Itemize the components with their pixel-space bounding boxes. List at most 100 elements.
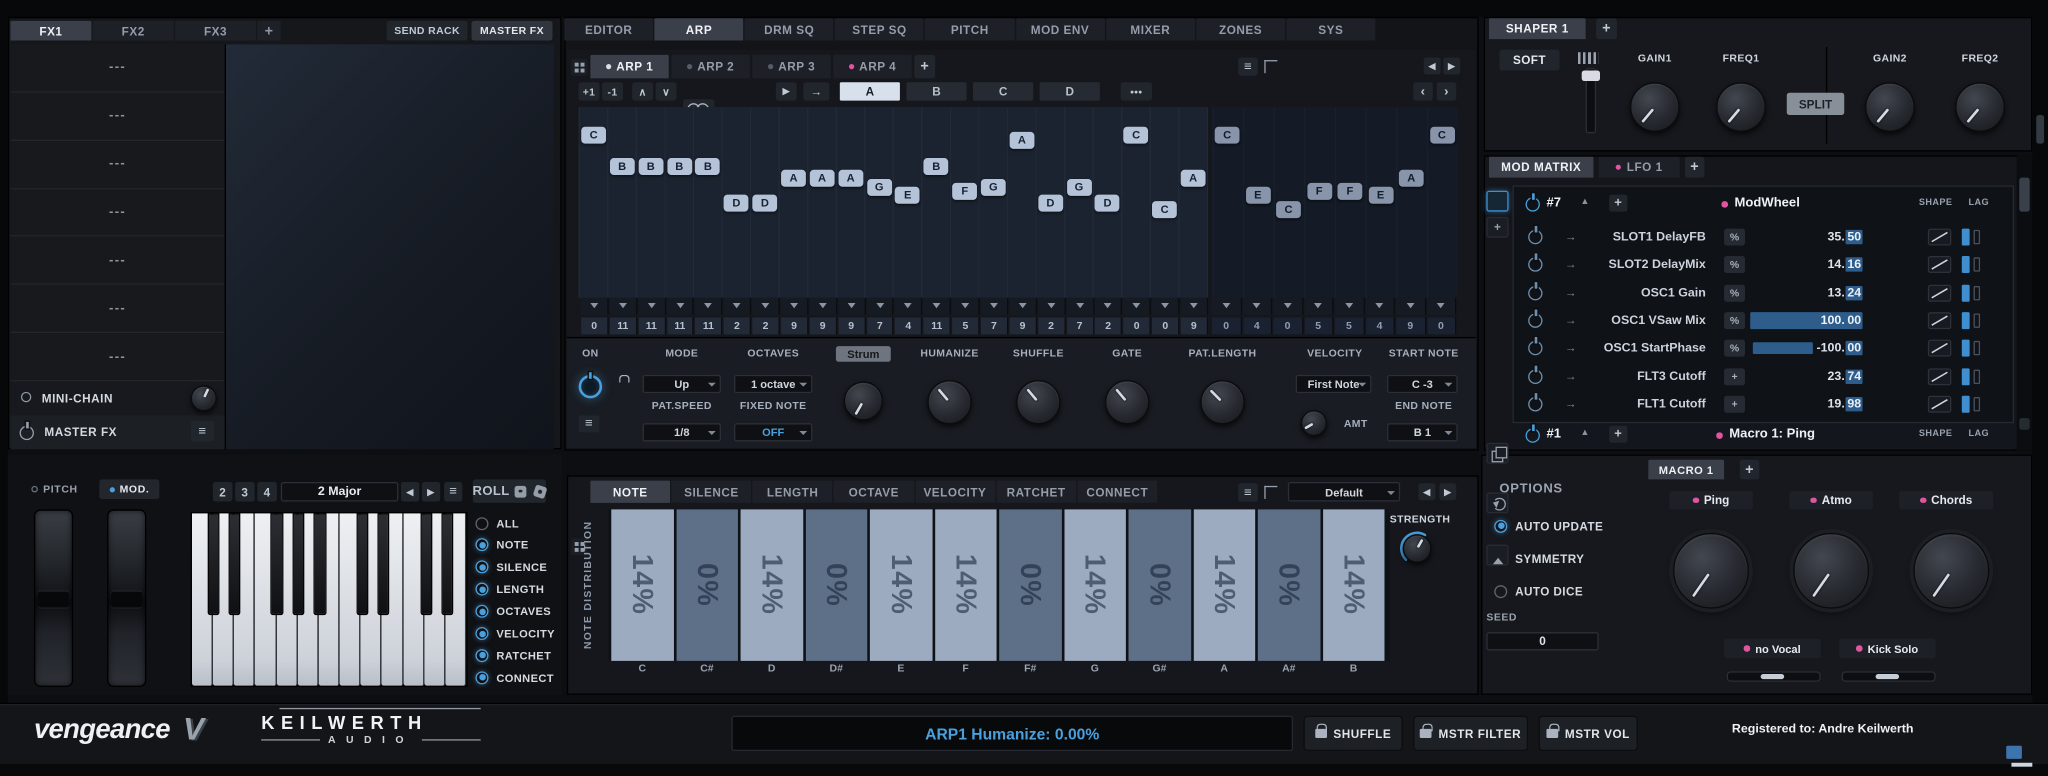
mod-target[interactable]: SLOT2 DelayMix [1580, 258, 1705, 272]
arp-step-note[interactable]: B [924, 158, 949, 175]
arp-step-note[interactable]: E [1245, 187, 1270, 204]
mod-lag-button[interactable] [1962, 229, 1982, 246]
mod-curve-button[interactable] [1928, 256, 1952, 273]
mod-curve-button[interactable] [1928, 229, 1952, 246]
roll-button[interactable]: ROLL [473, 479, 546, 503]
master-fx-menu-icon[interactable]: ≡ [191, 421, 215, 442]
mod-amount[interactable]: 14.16 [1750, 256, 1862, 273]
step-octave-dropdown[interactable] [895, 298, 922, 315]
mod-unit-toggle[interactable]: % [1724, 284, 1745, 301]
power-icon[interactable] [1528, 397, 1542, 411]
mod-curve-button[interactable] [1928, 312, 1952, 329]
retrigger-arrow-icon[interactable]: → [803, 82, 829, 100]
shift-down-icon[interactable]: ∨ [656, 82, 677, 100]
macro-tab[interactable]: MACRO 1 [1648, 460, 1724, 480]
fx-tab-fx1[interactable]: FX1 [10, 21, 91, 41]
mod-lag-button[interactable] [1962, 312, 1982, 329]
arp-step-note[interactable]: D [753, 195, 778, 212]
step-value[interactable]: 0 [1427, 317, 1456, 334]
step-value[interactable]: 11 [610, 317, 637, 334]
mod-amount[interactable]: 13.24 [1750, 284, 1862, 301]
distribution-bar-d[interactable]: 14% [741, 509, 803, 661]
arp-step-note[interactable]: F [952, 183, 977, 200]
octave-button-2[interactable]: 2 [213, 482, 233, 502]
step-octave-dropdown[interactable] [1396, 298, 1425, 315]
macro-knob-ping[interactable] [1673, 533, 1749, 609]
mod-amount[interactable]: 35.50 [1750, 229, 1862, 246]
main-tab-editor[interactable]: EDITOR [564, 18, 653, 40]
lock-button-mstr-vol[interactable]: MSTR VOL [1539, 716, 1638, 751]
split-button[interactable]: SPLIT [1787, 93, 1844, 115]
fx-add-tab-button[interactable]: + [257, 21, 281, 41]
step-octave-dropdown[interactable] [781, 298, 808, 315]
scale-prev-icon[interactable]: ◀ [401, 482, 419, 502]
step-value[interactable]: 9 [810, 317, 837, 334]
mod-unit-toggle[interactable]: % [1724, 229, 1745, 246]
fx-slot-3[interactable]: --- [10, 141, 224, 189]
preset-dropdown[interactable]: Default [1288, 482, 1400, 502]
step-value[interactable]: 9 [1181, 317, 1208, 334]
master-fx-button[interactable]: MASTER FX [472, 21, 553, 41]
distribution-bar-f[interactable]: 14% [935, 509, 997, 661]
arp-tab-arp-2[interactable]: ARP 2 [671, 55, 749, 79]
arp-step-note[interactable]: B [667, 158, 692, 175]
mod-unit-toggle[interactable]: % [1724, 312, 1745, 329]
step-value[interactable]: 7 [1067, 317, 1094, 334]
mode-dropdown[interactable]: Up [643, 375, 721, 393]
shaper-mix-slider-handle[interactable] [1582, 71, 1600, 81]
step-value[interactable]: 11 [695, 317, 722, 334]
copy-icon[interactable] [1486, 443, 1508, 464]
preset-next-icon[interactable]: ▶ [1439, 483, 1456, 500]
macro-knob-chords[interactable] [1913, 533, 1989, 609]
option-auto-dice[interactable]: AUTO DICE [1494, 583, 1583, 600]
matrix-scrollbar-nub[interactable] [2019, 418, 2029, 430]
arp-workspace-icon[interactable] [1264, 60, 1277, 73]
shaper-tab[interactable]: SHAPER 1 [1489, 18, 1586, 39]
arp-tab-arp-3[interactable]: ARP 3 [752, 55, 830, 79]
mod-matrix-tab[interactable]: MOD MATRIX [1489, 157, 1593, 178]
arp-step-note[interactable]: E [895, 187, 920, 204]
step-octave-dropdown[interactable] [1124, 298, 1151, 315]
step-octave-dropdown[interactable] [1038, 298, 1065, 315]
piano-black-key[interactable] [441, 513, 453, 615]
note-tab-velocity[interactable]: VELOCITY [915, 481, 995, 503]
step-value[interactable]: 5 [1335, 317, 1364, 334]
piano-black-key[interactable] [271, 513, 283, 615]
strum-knob[interactable] [844, 381, 883, 420]
pattern-section-d[interactable]: D [1040, 82, 1100, 100]
step-value[interactable]: 11 [667, 317, 694, 334]
step-value[interactable]: 4 [895, 317, 922, 334]
main-tab-step-sq[interactable]: STEP SQ [835, 18, 924, 40]
note-tab-note[interactable]: NOTE [590, 481, 670, 503]
arp-step-note[interactable]: A [838, 170, 863, 187]
play-icon[interactable]: ▶ [776, 82, 797, 100]
shuffle-knob[interactable] [1016, 380, 1060, 424]
mod-lag-button[interactable] [1962, 395, 1982, 412]
mod-lag-button[interactable] [1962, 256, 1982, 273]
note-tab-silence[interactable]: SILENCE [672, 481, 752, 503]
scale-display[interactable]: 2 Major [281, 482, 399, 502]
arp-step-note[interactable]: F [1307, 183, 1332, 200]
resize-corner-icon[interactable] [2006, 746, 2022, 759]
main-tab-pitch[interactable]: PITCH [925, 18, 1014, 40]
matrix-slot-number[interactable]: #7 [1546, 196, 1561, 210]
mod-unit-toggle[interactable]: % [1724, 256, 1745, 273]
mod-amount[interactable]: 23.74 [1750, 368, 1862, 385]
note-tab-connect[interactable]: CONNECT [1077, 481, 1157, 503]
arp-list-icon[interactable]: ≡ [579, 415, 600, 432]
matrix-collapse-triangle-icon[interactable]: ▲ [1580, 197, 1589, 206]
mod-curve-button[interactable] [1928, 340, 1952, 357]
note-tab-ratchet[interactable]: RATCHET [996, 481, 1076, 503]
step-octave-dropdown[interactable] [867, 298, 894, 315]
gain1-knob[interactable] [1630, 82, 1680, 132]
power-icon[interactable] [1528, 230, 1542, 244]
step-value[interactable]: 2 [753, 317, 780, 334]
step-octave-dropdown[interactable] [1273, 298, 1302, 315]
distribution-bar-g[interactable]: 0% [1128, 509, 1190, 661]
mod-curve-button[interactable] [1928, 284, 1952, 301]
transpose-down-button[interactable]: -1 [602, 82, 623, 100]
step-octave-dropdown[interactable] [610, 298, 637, 315]
mod-unit-toggle[interactable]: % [1724, 340, 1745, 357]
mod-target[interactable]: OSC1 StartPhase [1580, 341, 1705, 355]
step-octave-dropdown[interactable] [1212, 298, 1241, 315]
